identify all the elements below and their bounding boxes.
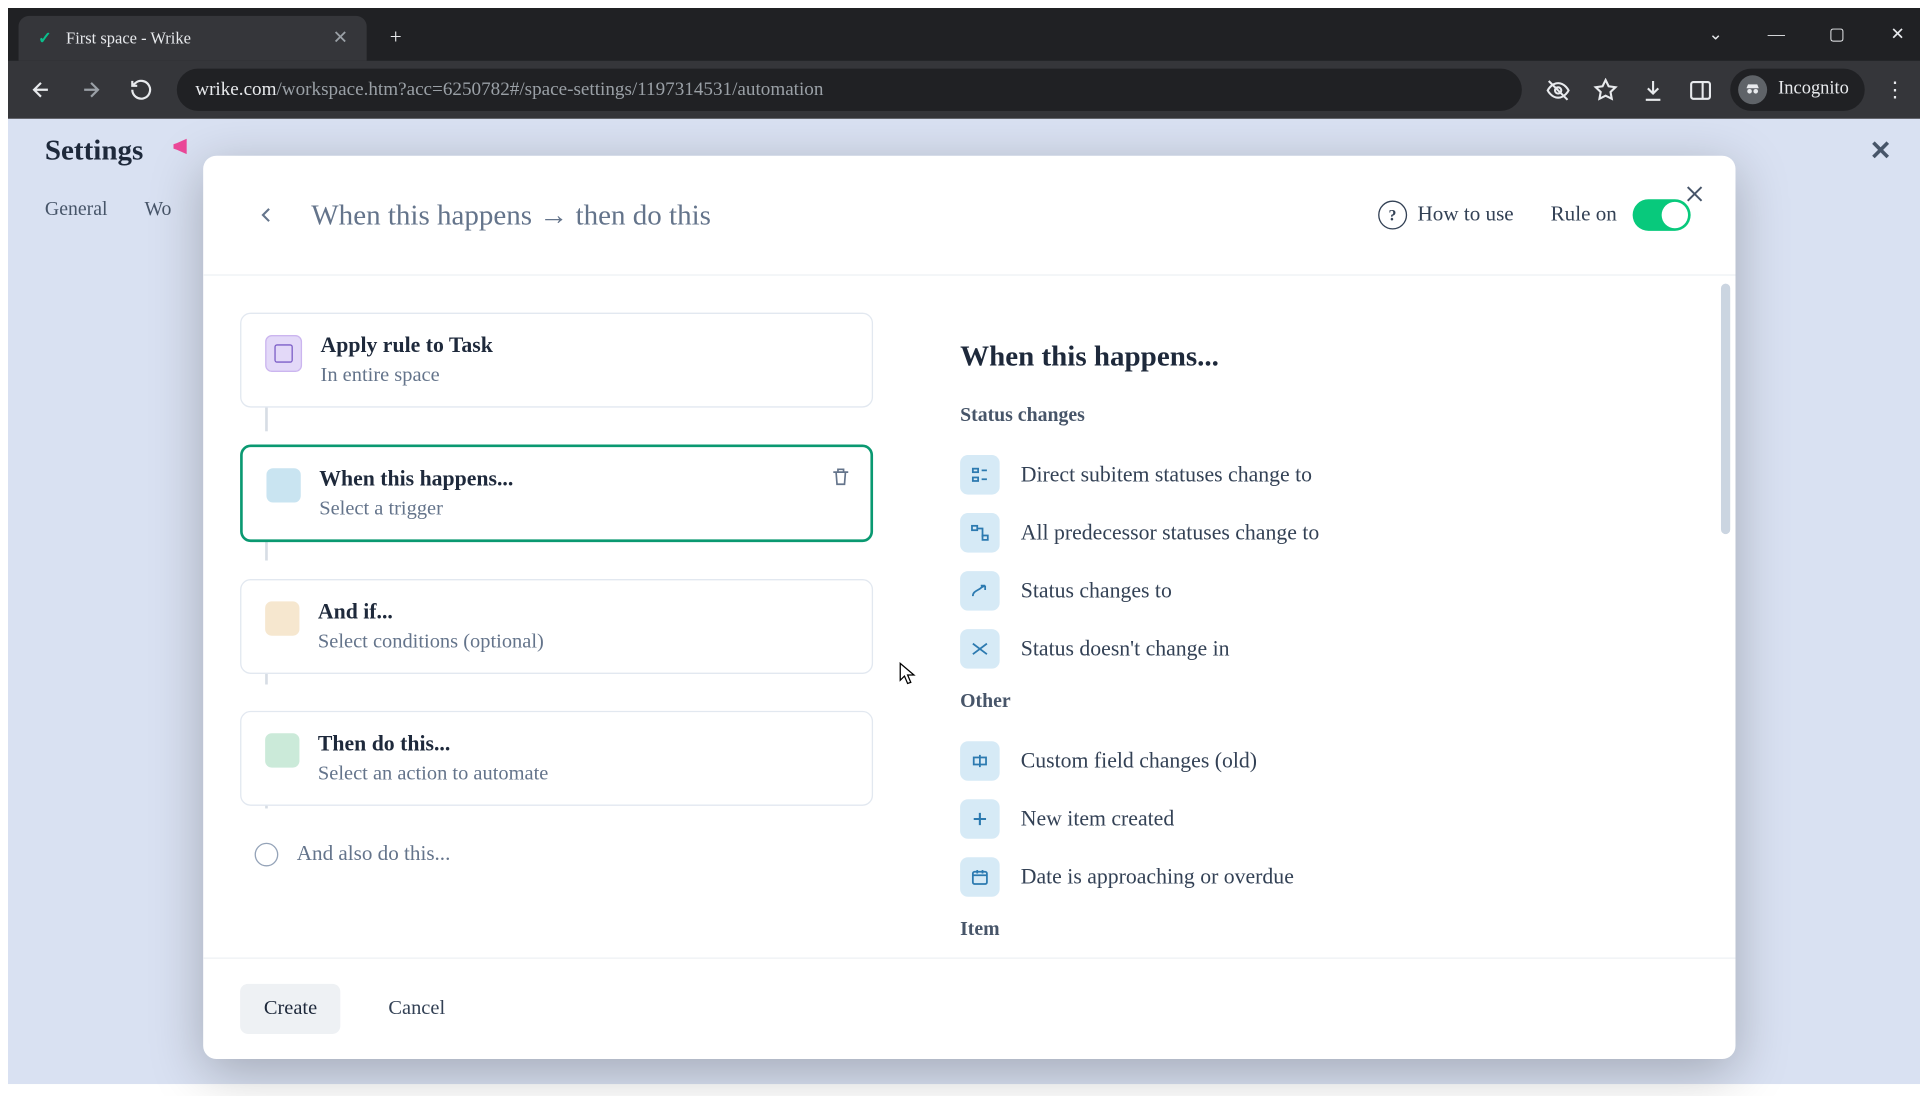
- rule-toggle-group: Rule on: [1551, 199, 1691, 231]
- new-tab-button[interactable]: +: [377, 20, 414, 57]
- trigger-option-custom-field[interactable]: Custom field changes (old): [960, 732, 1683, 790]
- kebab-menu-icon[interactable]: ⋮: [1873, 67, 1918, 112]
- trigger-list-panel: When this happens... Status changes Dire…: [881, 276, 1736, 958]
- trigger-option-label: New item created: [1021, 806, 1174, 832]
- trigger-title: When this happens...: [319, 466, 513, 492]
- incognito-icon: [1739, 75, 1768, 104]
- how-to-use-label: How to use: [1418, 203, 1514, 227]
- group-other: Other: [960, 691, 1683, 713]
- forward-button[interactable]: [69, 67, 114, 112]
- cancel-button[interactable]: Cancel: [365, 984, 469, 1034]
- trigger-icon: [266, 468, 300, 502]
- and-also-add[interactable]: And also do this...: [240, 843, 873, 867]
- download-icon[interactable]: [1630, 67, 1675, 112]
- page-close-button[interactable]: ✕: [1865, 135, 1897, 167]
- trigger-option-label: All predecessor statuses change to: [1021, 520, 1319, 546]
- close-window-button[interactable]: ✕: [1867, 8, 1920, 61]
- rule-builder: Apply rule to Task In entire space When …: [203, 276, 881, 958]
- trigger-option-status-not-change[interactable]: Status doesn't change in: [960, 620, 1683, 678]
- tab-general[interactable]: General: [45, 199, 108, 221]
- action-title: Then do this...: [318, 731, 548, 757]
- trigger-option-subitem-status[interactable]: Direct subitem statuses change to: [960, 446, 1683, 504]
- action-icon: [265, 733, 299, 767]
- chevron-down-icon[interactable]: ⌄: [1685, 8, 1746, 61]
- incognito-label: Incognito: [1778, 79, 1849, 100]
- list-icon: [960, 455, 1000, 495]
- tab-workflows[interactable]: Wo: [144, 199, 171, 221]
- tab-title: First space - Wrike: [66, 28, 319, 48]
- action-subtitle: Select an action to automate: [318, 762, 548, 786]
- calendar-icon: [960, 858, 1000, 898]
- browser-tab[interactable]: ✓ First space - Wrike ✕: [19, 16, 367, 61]
- settings-title: Settings: [45, 133, 143, 167]
- cross-arrows-icon: [960, 629, 1000, 669]
- tab-strip: ✓ First space - Wrike ✕ + ⌄ ― ▢ ✕: [8, 8, 1920, 61]
- field-icon: [960, 742, 1000, 782]
- trigger-option-label: Date is approaching or overdue: [1021, 864, 1294, 890]
- trigger-option-status-changes[interactable]: Status changes to: [960, 562, 1683, 620]
- eye-off-icon[interactable]: [1536, 67, 1581, 112]
- url-path: /workspace.htm?acc=6250782#/space-settin…: [276, 79, 823, 101]
- apply-rule-title: Apply rule to Task: [321, 332, 493, 358]
- help-icon: ?: [1378, 201, 1407, 230]
- plus-icon: [960, 800, 1000, 840]
- add-circle-icon: [255, 843, 279, 867]
- megaphone-icon: [170, 133, 196, 167]
- browser-chrome: ✓ First space - Wrike ✕ + ⌄ ― ▢ ✕: [8, 8, 1920, 119]
- trigger-card[interactable]: When this happens... Select a trigger: [240, 444, 873, 542]
- url-domain: wrike.com: [195, 79, 276, 101]
- modal-title: When this happens → then do this: [311, 198, 711, 232]
- side-panel-icon[interactable]: [1678, 67, 1723, 112]
- address-bar[interactable]: wrike.com/workspace.htm?acc=6250782#/spa…: [177, 69, 1523, 111]
- condition-card[interactable]: And if... Select conditions (optional): [240, 579, 873, 674]
- wrike-favicon-icon: ✓: [34, 28, 55, 49]
- trigger-option-label: Status changes to: [1021, 578, 1172, 604]
- group-item: Item: [960, 920, 1683, 942]
- browser-toolbar: wrike.com/workspace.htm?acc=6250782#/spa…: [8, 61, 1920, 119]
- trigger-option-label: Direct subitem statuses change to: [1021, 462, 1312, 488]
- delete-trigger-button[interactable]: [830, 466, 852, 495]
- flow-icon: [960, 513, 1000, 553]
- maximize-button[interactable]: ▢: [1807, 8, 1868, 61]
- modal-back-button[interactable]: [248, 197, 285, 234]
- action-card[interactable]: Then do this... Select an action to auto…: [240, 711, 873, 806]
- window-controls: ⌄ ― ▢ ✕: [1685, 8, 1920, 61]
- rule-on-label: Rule on: [1551, 203, 1617, 227]
- trigger-option-label: Custom field changes (old): [1021, 748, 1257, 774]
- rule-on-toggle[interactable]: [1633, 199, 1691, 231]
- apply-rule-subtitle: In entire space: [321, 364, 493, 388]
- trigger-option-new-item[interactable]: New item created: [960, 790, 1683, 848]
- apply-rule-card[interactable]: Apply rule to Task In entire space: [240, 313, 873, 408]
- create-button[interactable]: Create: [240, 984, 341, 1034]
- group-status-changes: Status changes: [960, 405, 1683, 427]
- star-icon[interactable]: [1583, 67, 1628, 112]
- trigger-option-predecessor-status[interactable]: All predecessor statuses change to: [960, 504, 1683, 562]
- trigger-option-date[interactable]: Date is approaching or overdue: [960, 848, 1683, 906]
- automation-rule-modal: When this happens → then do this ? How t…: [203, 156, 1735, 1059]
- close-tab-icon[interactable]: ✕: [330, 28, 351, 49]
- and-also-label: And also do this...: [297, 843, 451, 867]
- condition-title: And if...: [318, 599, 544, 625]
- arrow-path-icon: [960, 571, 1000, 611]
- trigger-subtitle: Select a trigger: [319, 497, 513, 521]
- back-button[interactable]: [19, 67, 64, 112]
- task-icon: [265, 335, 302, 372]
- incognito-indicator[interactable]: Incognito: [1731, 69, 1865, 111]
- how-to-use-link[interactable]: ? How to use: [1378, 201, 1514, 230]
- trigger-option-label: Status doesn't change in: [1021, 636, 1230, 662]
- condition-subtitle: Select conditions (optional): [318, 630, 544, 654]
- modal-header: When this happens → then do this ? How t…: [203, 156, 1735, 276]
- triggers-heading: When this happens...: [960, 339, 1683, 373]
- condition-icon: [265, 601, 299, 635]
- reload-button[interactable]: [119, 67, 164, 112]
- modal-footer: Create Cancel: [203, 957, 1735, 1059]
- minimize-button[interactable]: ―: [1746, 8, 1807, 61]
